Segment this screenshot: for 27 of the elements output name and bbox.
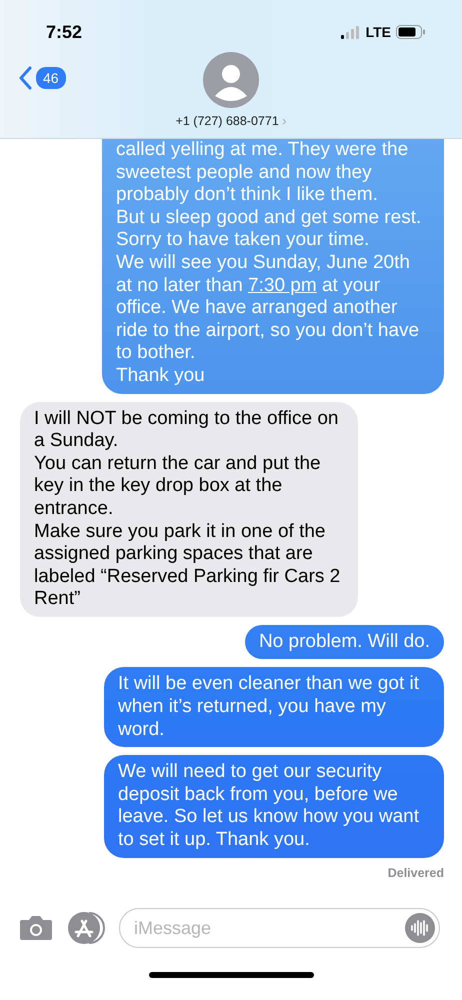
- message-text: No problem. Will do.: [258, 630, 430, 654]
- contact-name[interactable]: +1 (727) 688-0771 ›: [176, 114, 286, 128]
- message-input[interactable]: iMessage: [132, 916, 405, 940]
- message-text: We will see you Sunday, June 20th at no later than 7:30 pm at your office. We have arranged another ride to the airport, so you don’t have to bother.: [116, 252, 420, 365]
- message-text: But u sleep good and get some rest.: [116, 206, 422, 230]
- message-text: Thank you: [116, 364, 206, 388]
- signal-icon: [340, 26, 361, 38]
- message-text: It will be even cleaner than we got it when it’s returned, you have my word.: [118, 673, 420, 742]
- message-text: called yelling at me. They were the sweetest people and now they probably don’t think I like them.: [116, 139, 410, 207]
- message-text: Sorry to have taken your time.: [116, 229, 370, 252]
- delivery-status: Delivered: [388, 866, 444, 880]
- audio-wave-icon[interactable]: [405, 913, 435, 943]
- message-text: You can return the car and put the key in the key drop box at the entrance.: [34, 452, 322, 520]
- back-button[interactable]: 46: [18, 66, 66, 90]
- message-text: I will NOT be coming to the office on a Sunday.: [34, 408, 340, 453]
- message-input-field[interactable]: iMessage: [119, 908, 440, 948]
- status-time: 7:52: [46, 22, 82, 42]
- time-link[interactable]: 7:30 pm: [248, 274, 317, 296]
- message-text: We will need to get our security deposit back from you, before we leave. So let us know how you want to set it up. Thank you.: [118, 761, 420, 852]
- app-store-icon[interactable]: [67, 911, 105, 945]
- battery-icon: [396, 25, 426, 39]
- network-label: LTE: [366, 24, 391, 40]
- back-chevron-icon: [18, 66, 32, 90]
- unread-count-badge: 46: [36, 67, 66, 89]
- camera-icon[interactable]: [19, 915, 53, 941]
- avatar-icon[interactable]: [202, 52, 259, 108]
- message-text: Make sure you park it in one of the assigned parking spaces that are labeled “Reserved Parking fir Cars 2 Rent”: [34, 520, 342, 611]
